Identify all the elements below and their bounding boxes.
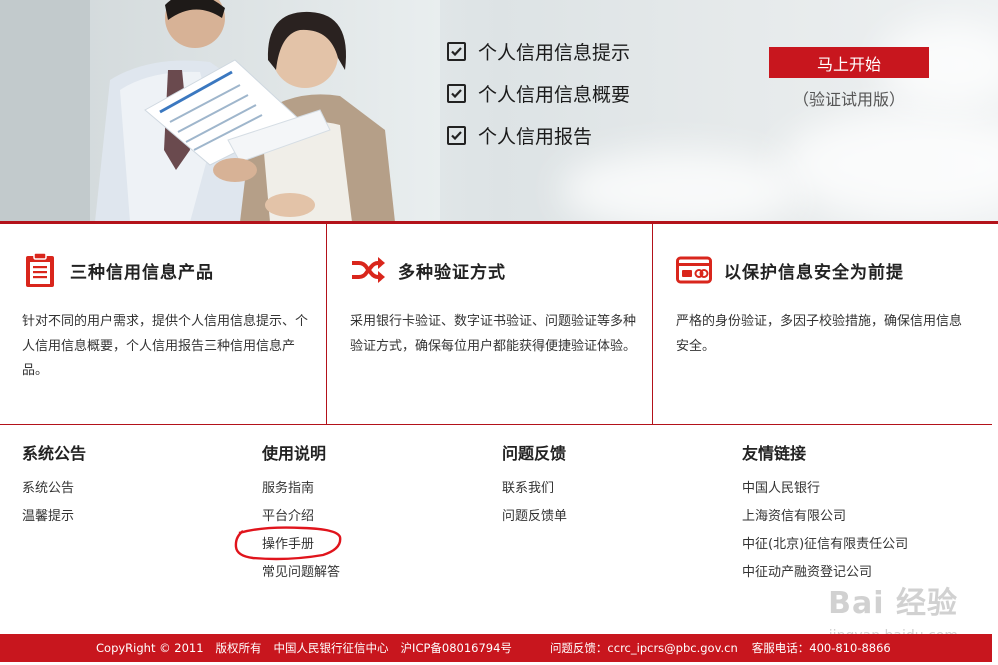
hero-banner: 个人信用信息提示 个人信用信息概要 个人信用报告 马上开始 （验证试用版） [0,0,998,222]
link-faq[interactable]: 常见问题解答 [262,559,340,587]
info-section: 三种信用信息产品 针对不同的用户需求，提供个人信用信息提示、个人信用信息概要，个… [0,224,992,425]
watermark-logo: Bai 经验 [828,586,958,621]
rights-text: 版权所有 [215,641,262,655]
info-description: 严格的身份验证，多因子校验措施，确保信用信息安全。 [676,314,963,354]
link-shanghai-credit[interactable]: 上海资信有限公司 [742,503,908,531]
link-group-usage: 使用说明 服务指南 平台介绍 操作手册 常见问题解答 [262,443,340,587]
checkbox-checked-icon [447,83,466,103]
info-title: 以保护信息安全为前提 [724,262,904,283]
link-system-announcement[interactable]: 系统公告 [22,475,86,503]
info-card-products: 三种信用信息产品 针对不同的用户需求，提供个人信用信息提示、个人信用信息概要，个… [0,224,327,424]
service-hotline: 客服电话：400-810-8866 [751,641,891,655]
link-pboc[interactable]: 中国人民银行 [742,475,908,503]
feature-item: 个人信用信息提示 [447,30,630,72]
feature-list: 个人信用信息提示 个人信用信息概要 个人信用报告 [447,30,630,156]
feature-item: 个人信用报告 [447,114,630,156]
link-zhongzheng-beijing[interactable]: 中征(北京)征信有限责任公司 [742,531,908,559]
info-description: 针对不同的用户需求，提供个人信用信息提示、个人信用信息概要，个人信用报告三种信用… [22,314,309,378]
link-group-announcements: 系统公告 系统公告 温馨提示 [22,443,86,531]
link-group-title: 使用说明 [262,444,327,463]
checkbox-checked-icon [447,41,466,61]
bank-card-icon [676,252,712,288]
start-now-button[interactable]: 马上开始 [769,47,929,78]
trial-version-note: （验证试用版） [792,90,905,109]
link-feedback-form[interactable]: 问题反馈单 [502,503,567,531]
copyright-text: CopyRight © 2011 [96,641,204,655]
clipboard-icon [22,252,58,288]
link-tips[interactable]: 温馨提示 [22,503,86,531]
link-group-title: 问题反馈 [502,444,567,463]
link-group-title: 系统公告 [22,444,87,463]
feature-label: 个人信用报告 [478,125,593,148]
info-description: 采用银行卡验证、数字证书验证、问题验证等多种验证方式，确保每位用户都能获得便捷验… [350,314,637,354]
link-group-feedback: 问题反馈 联系我们 问题反馈单 [502,443,567,531]
feature-label: 个人信用信息提示 [478,41,631,64]
info-card-verify: 多种验证方式 采用银行卡验证、数字证书验证、问题验证等多种验证方式，确保每位用户… [328,224,653,424]
shuffle-icon [350,252,386,288]
link-group-friends: 友情链接 中国人民银行 上海资信有限公司 中征(北京)征信有限责任公司 中征动产… [742,443,908,587]
info-title: 三种信用信息产品 [70,262,214,283]
link-contact-us[interactable]: 联系我们 [502,475,567,503]
feature-item: 个人信用信息概要 [447,72,630,114]
org-name: 中国人民银行征信中心 [273,641,389,655]
info-title: 多种验证方式 [398,262,506,283]
highlight-circle-annotation [234,526,342,561]
feature-label: 个人信用信息概要 [478,83,631,106]
checkbox-checked-icon [447,125,466,145]
info-card-security: 以保护信息安全为前提 严格的身份验证，多因子校验措施，确保信用信息安全。 [654,224,992,424]
footer-bar: CopyRight © 2011 版权所有 中国人民银行征信中心 沪ICP备08… [0,634,992,662]
link-group-title: 友情链接 [742,444,807,463]
icp-number[interactable]: 沪ICP备08016794号 [401,640,512,656]
business-people-photo [0,0,440,222]
feedback-email[interactable]: 问题反馈：ccrc_ipcrs@pbc.gov.cn [550,640,738,656]
link-service-guide[interactable]: 服务指南 [262,475,340,503]
